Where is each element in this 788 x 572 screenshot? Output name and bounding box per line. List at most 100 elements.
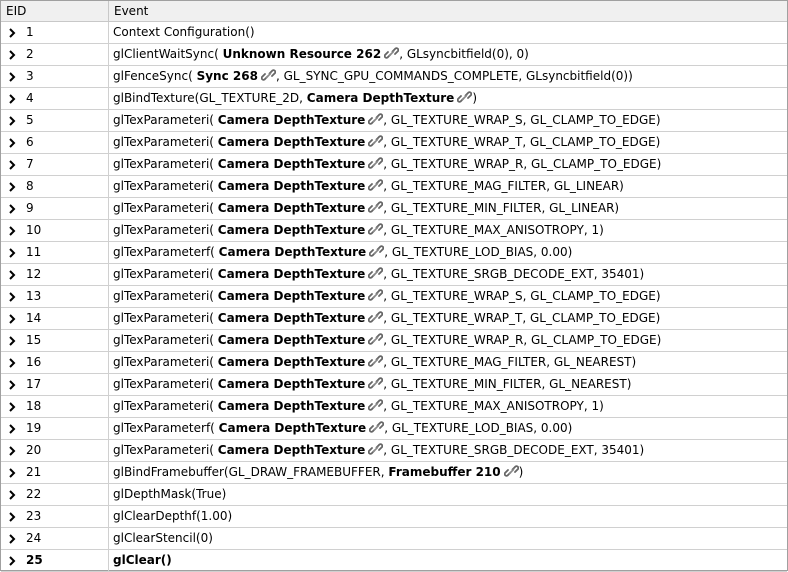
chevron-right-icon[interactable] — [7, 94, 17, 104]
chevron-right-icon[interactable] — [7, 270, 17, 280]
eid-column-header[interactable]: EID — [1, 1, 109, 21]
chevron-right-icon[interactable] — [7, 204, 17, 214]
chevron-right-icon[interactable] — [7, 402, 17, 412]
chevron-right-icon[interactable] — [7, 534, 17, 544]
chevron-right-icon[interactable] — [7, 138, 17, 148]
resource-link[interactable]: Unknown Resource 262 — [223, 47, 382, 61]
link-icon[interactable] — [368, 332, 384, 346]
chevron-right-icon[interactable] — [7, 248, 17, 258]
link-icon[interactable] — [368, 442, 384, 456]
link-icon[interactable] — [368, 156, 384, 170]
link-icon[interactable] — [368, 288, 384, 302]
event-column-header[interactable]: Event — [109, 1, 787, 21]
chevron-right-icon[interactable] — [7, 50, 17, 60]
link-icon[interactable] — [369, 244, 385, 258]
event-row[interactable]: 25 glClear() — [1, 550, 787, 572]
chevron-right-icon[interactable] — [7, 556, 17, 566]
chevron-right-icon[interactable] — [7, 468, 17, 478]
link-icon[interactable] — [368, 178, 384, 192]
event-row[interactable]: 13 glTexParameteri( Camera DepthTexture,… — [1, 286, 787, 308]
link-icon[interactable] — [368, 134, 384, 148]
event-row[interactable]: 1 Context Configuration() — [1, 22, 787, 44]
chevron-right-icon[interactable] — [7, 182, 17, 192]
chevron-right-icon[interactable] — [7, 226, 17, 236]
event-row[interactable]: 14 glTexParameteri( Camera DepthTexture,… — [1, 308, 787, 330]
chevron-right-icon[interactable] — [7, 72, 17, 82]
event-row[interactable]: 17 glTexParameteri( Camera DepthTexture,… — [1, 374, 787, 396]
chevron-right-icon[interactable] — [7, 336, 17, 346]
event-browser-tree[interactable]: EID Event 1 Context Configuration() 2 gl… — [0, 0, 788, 572]
event-row[interactable]: 22 glDepthMask(True) — [1, 484, 787, 506]
link-icon[interactable] — [369, 420, 385, 434]
resource-link[interactable]: Camera DepthTexture — [218, 223, 366, 237]
resource-link[interactable]: Camera DepthTexture — [218, 289, 366, 303]
chevron-right-icon[interactable] — [7, 380, 17, 390]
resource-link[interactable]: Camera DepthTexture — [219, 421, 367, 435]
resource-link[interactable]: Camera DepthTexture — [218, 311, 366, 325]
event-row[interactable]: 21 glBindFramebuffer(GL_DRAW_FRAMEBUFFER… — [1, 462, 787, 484]
event-row[interactable]: 2 glClientWaitSync( Unknown Resource 262… — [1, 44, 787, 66]
event-row[interactable]: 9 glTexParameteri( Camera DepthTexture , … — [1, 198, 787, 220]
resource-link[interactable]: Camera DepthTexture — [218, 443, 366, 457]
resource-link[interactable]: Camera DepthTexture — [307, 91, 455, 105]
event-row[interactable]: 5 glTexParameteri( Camera DepthTexture , … — [1, 110, 787, 132]
link-icon[interactable] — [368, 398, 384, 412]
resource-link[interactable]: Camera DepthTexture — [218, 157, 366, 171]
event-row[interactable]: 4 glBindTexture(GL_TEXTURE_2D, Camera De… — [1, 88, 787, 110]
resource-link[interactable]: Camera DepthTexture — [218, 179, 366, 193]
chevron-right-icon[interactable] — [7, 512, 17, 522]
link-icon[interactable] — [368, 266, 384, 280]
resource-link[interactable]: Sync 268 — [197, 69, 258, 83]
link-icon[interactable] — [384, 46, 400, 60]
link-icon[interactable] — [260, 68, 276, 82]
resource-link[interactable]: Camera DepthTexture — [218, 333, 366, 347]
event-row[interactable]: 18 glTexParameteri( Camera DepthTexture,… — [1, 396, 787, 418]
event-row[interactable]: 3 glFenceSync( Sync 268 , GL_SYNC_GPU_COM… — [1, 66, 787, 88]
event-list: 1 Context Configuration() 2 glClientWait… — [1, 22, 787, 572]
event-row[interactable]: 11 glTexParameterf( Camera DepthTexture,… — [1, 242, 787, 264]
link-icon[interactable] — [368, 200, 384, 214]
event-row[interactable]: 8 glTexParameteri( Camera DepthTexture , … — [1, 176, 787, 198]
link-icon[interactable] — [368, 310, 384, 324]
resource-link[interactable]: Camera DepthTexture — [218, 377, 366, 391]
chevron-right-icon[interactable] — [7, 490, 17, 500]
event-row[interactable]: 23 glClearDepthf(1.00) — [1, 506, 787, 528]
chevron-right-icon[interactable] — [7, 358, 17, 368]
event-row[interactable]: 12 glTexParameteri( Camera DepthTexture,… — [1, 264, 787, 286]
event-row[interactable]: 7 glTexParameteri( Camera DepthTexture , … — [1, 154, 787, 176]
event-text: glBindFramebuffer(GL_DRAW_FRAMEBUFFER, F… — [109, 462, 787, 483]
eid-cell: 15 — [1, 330, 109, 351]
event-row[interactable]: 19 glTexParameterf( Camera DepthTexture,… — [1, 418, 787, 440]
resource-link[interactable]: Camera DepthTexture — [218, 113, 366, 127]
resource-link[interactable]: Camera DepthTexture — [218, 399, 366, 413]
resource-link[interactable]: Camera DepthTexture — [218, 201, 366, 215]
link-icon[interactable] — [457, 90, 473, 104]
event-row[interactable]: 20 glTexParameteri( Camera DepthTexture,… — [1, 440, 787, 462]
event-row[interactable]: 24 glClearStencil(0) — [1, 528, 787, 550]
eid-value: 13 — [26, 289, 42, 303]
eid-value: 3 — [26, 69, 34, 83]
chevron-right-icon[interactable] — [7, 160, 17, 170]
event-row[interactable]: 10 glTexParameteri( Camera DepthTexture,… — [1, 220, 787, 242]
chevron-right-icon[interactable] — [7, 424, 17, 434]
resource-link[interactable]: Camera DepthTexture — [218, 267, 366, 281]
resource-link[interactable]: Framebuffer 210 — [388, 465, 500, 479]
link-icon[interactable] — [368, 354, 384, 368]
link-icon[interactable] — [368, 376, 384, 390]
resource-link[interactable]: Camera DepthTexture — [218, 135, 366, 149]
resource-link[interactable]: Camera DepthTexture — [219, 245, 367, 259]
chevron-right-icon[interactable] — [7, 314, 17, 324]
chevron-right-icon[interactable] — [7, 446, 17, 456]
link-icon[interactable] — [503, 464, 519, 478]
chevron-right-icon[interactable] — [7, 116, 17, 126]
chevron-right-icon[interactable] — [7, 28, 17, 38]
event-text-part: , GL_TEXTURE_MAX_ANISOTROPY, 1) — [383, 399, 604, 413]
event-row[interactable]: 15 glTexParameteri( Camera DepthTexture,… — [1, 330, 787, 352]
link-icon[interactable] — [368, 112, 384, 126]
eid-cell: 18 — [1, 396, 109, 417]
chevron-right-icon[interactable] — [7, 292, 17, 302]
event-row[interactable]: 6 glTexParameteri( Camera DepthTexture , … — [1, 132, 787, 154]
event-row[interactable]: 16 glTexParameteri( Camera DepthTexture,… — [1, 352, 787, 374]
resource-link[interactable]: Camera DepthTexture — [218, 355, 366, 369]
link-icon[interactable] — [368, 222, 384, 236]
